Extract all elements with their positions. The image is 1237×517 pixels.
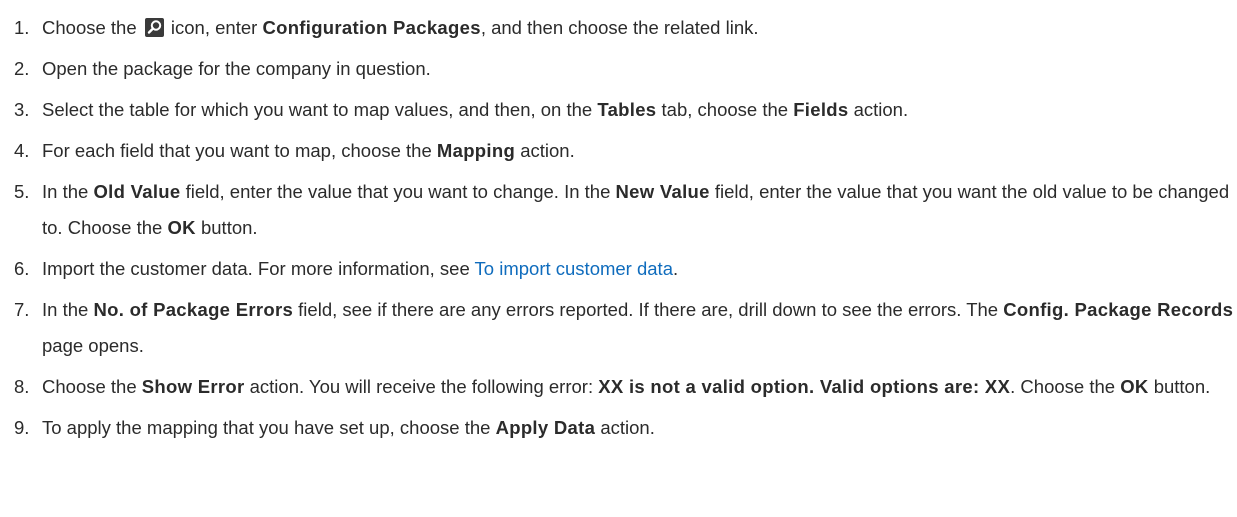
ui-term: Old Value [93,181,181,202]
step-text: page opens. [42,335,144,356]
step-9: 9. To apply the mapping that you have se… [0,410,1237,446]
step-text: field, enter the value that you want to … [185,181,611,202]
step-text: icon, enter [170,17,258,38]
ui-term: Mapping [436,140,516,161]
step-text: Choose the [42,376,137,397]
import-customer-data-link[interactable]: To import customer data [475,258,673,279]
step-8: 8. Choose the Show Error action. You wil… [0,369,1237,405]
ui-term: OK [167,217,196,238]
ui-term: OK [1120,376,1149,397]
step-text: To apply the mapping that you have set u… [42,417,491,438]
step-text: tab, choose the [661,99,789,120]
step-text: In the [42,299,89,320]
step-1: 1. Choose the icon, enter Configuration … [0,10,1237,46]
step-text: button. [1153,376,1211,397]
step-text: button. [200,217,258,238]
step-text: In the [42,181,89,202]
step-number: 2. [14,58,30,79]
ui-term: Config. Package Records [1003,299,1234,320]
ui-term: New Value [615,181,710,202]
procedure-steps: 1. Choose the icon, enter Configuration … [0,10,1237,451]
step-text: . Choose the [1010,376,1116,397]
step-number: 5. [14,181,30,202]
step-text: action. [853,99,909,120]
step-text: Open the package for the company in ques… [42,58,431,79]
step-text: action. You will receive the following e… [249,376,594,397]
error-message-text: XX is not a valid option. Valid options … [598,376,1011,397]
step-number: 9. [14,417,30,438]
ui-term: Configuration Packages [262,17,481,38]
step-text: . [673,258,679,279]
ui-term: Show Error [141,376,245,397]
step-number: 4. [14,140,30,161]
step-text: action. [600,417,655,438]
ui-term: No. of Package Errors [93,299,294,320]
ui-term: Tables [597,99,657,120]
step-number: 6. [14,258,30,279]
step-text: Select the table for which you want to m… [42,99,593,120]
step-number: 7. [14,299,30,320]
step-7: 7. In the No. of Package Errors field, s… [0,292,1237,364]
step-2: 2. Open the package for the company in q… [0,51,1237,87]
ui-term: Apply Data [495,417,596,438]
step-number: 8. [14,376,30,397]
step-number: 1. [14,17,30,38]
search-icon [144,18,164,37]
step-6: 6. Import the customer data. For more in… [0,251,1237,287]
step-number: 3. [14,99,30,120]
step-text: Choose the [42,17,137,38]
step-3: 3. Select the table for which you want t… [0,92,1237,128]
ui-term: Fields [793,99,849,120]
step-text: , and then choose the related link. [480,17,759,38]
step-text: Import the customer data. For more infor… [42,258,470,279]
step-4: 4. For each field that you want to map, … [0,133,1237,169]
step-text: action. [520,140,575,161]
step-text: field, see if there are any errors repor… [298,299,999,320]
step-text: For each field that you want to map, cho… [42,140,432,161]
step-5: 5. In the Old Value field, enter the val… [0,174,1237,246]
